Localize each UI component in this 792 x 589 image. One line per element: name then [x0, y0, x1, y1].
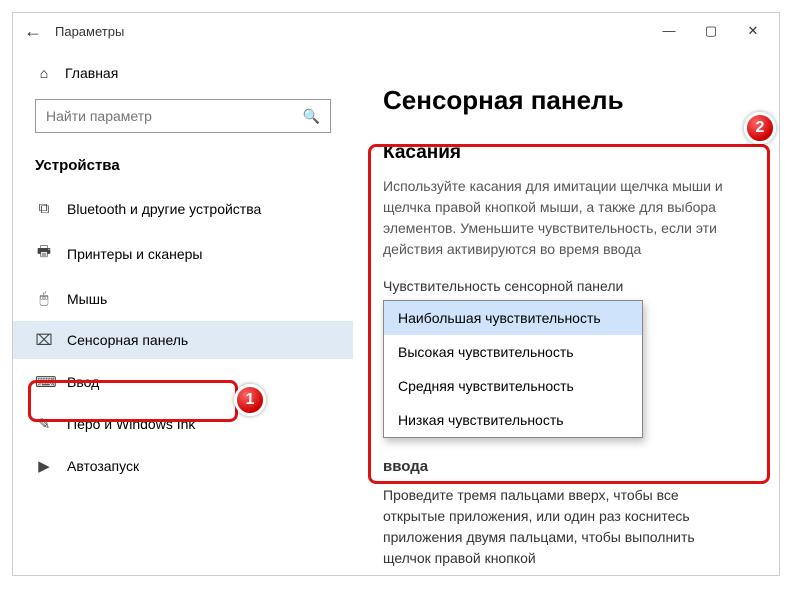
- titlebar: ← Параметры ― ▢ ✕: [13, 13, 779, 49]
- back-button[interactable]: ←: [21, 21, 45, 42]
- section-title: Касания: [383, 142, 749, 164]
- sidebar-item-typing[interactable]: ⌨ Ввод: [13, 363, 353, 401]
- sidebar-home[interactable]: ⌂ Главная: [13, 57, 353, 89]
- dropdown-option[interactable]: Высокая чувствительность: [384, 335, 642, 369]
- page-title: Сенсорная панель: [383, 85, 749, 116]
- sensitivity-dropdown[interactable]: Наибольшая чувствительность Высокая чувс…: [383, 300, 643, 438]
- sidebar-item-bluetooth[interactable]: ⧉ Bluetooth и другие устройства: [13, 190, 353, 227]
- sidebar-group-title: Устройства: [13, 151, 353, 188]
- sidebar-nav: ⧉ Bluetooth и другие устройства 🖶 Принте…: [13, 188, 353, 487]
- sidebar-item-label: Bluetooth и другие устройства: [67, 201, 261, 217]
- content-pane: Сенсорная панель Касания Используйте кас…: [353, 49, 779, 575]
- touchpad-icon: ⌧: [35, 331, 53, 349]
- dropdown-option[interactable]: Средняя чувствительность: [384, 369, 642, 403]
- sidebar-item-label: Мышь: [67, 291, 107, 307]
- sidebar-item-label: Автозапуск: [67, 458, 139, 474]
- dropdown-option[interactable]: Наибольшая чувствительность: [384, 301, 642, 335]
- search-input[interactable]: [36, 108, 293, 124]
- minimize-button[interactable]: ―: [659, 23, 679, 39]
- settings-window: ← Параметры ― ▢ ✕ ⌂ Главная 🔍 Устройства…: [12, 12, 780, 576]
- window-title: Параметры: [55, 24, 124, 39]
- swipe-hint-text: Проведите тремя пальцами вверх, чтобы вс…: [383, 485, 723, 569]
- swipe-hint: ввода Проведите тремя пальцами вверх, чт…: [383, 456, 723, 569]
- pen-icon: ✎: [35, 415, 53, 433]
- window-controls: ― ▢ ✕: [643, 13, 779, 49]
- keyboard-icon: ⌨: [35, 373, 53, 391]
- printer-icon: 🖶: [35, 241, 53, 266]
- close-button[interactable]: ✕: [743, 23, 763, 39]
- sidebar-item-mouse[interactable]: 🖱 Мышь: [13, 280, 353, 317]
- section-description: Используйте касания для имитации щелчка …: [383, 176, 723, 260]
- sidebar-item-printers[interactable]: 🖶 Принтеры и сканеры: [13, 231, 353, 276]
- maximize-button[interactable]: ▢: [701, 23, 721, 39]
- sidebar-item-label: Принтеры и сканеры: [67, 246, 202, 262]
- sidebar: ⌂ Главная 🔍 Устройства ⧉ Bluetooth и дру…: [13, 49, 353, 575]
- sidebar-home-label: Главная: [65, 65, 118, 81]
- swipe-hint-title: ввода: [383, 456, 723, 479]
- sidebar-item-label: Ввод: [67, 374, 99, 390]
- mouse-icon: 🖱: [35, 290, 53, 307]
- sidebar-item-autoplay[interactable]: ▶ Автозапуск: [13, 447, 353, 485]
- dropdown-label: Чувствительность сенсорной панели: [383, 278, 749, 294]
- search-icon: 🔍: [293, 108, 330, 125]
- dropdown-option[interactable]: Низкая чувствительность: [384, 403, 642, 437]
- window-body: ⌂ Главная 🔍 Устройства ⧉ Bluetooth и дру…: [13, 49, 779, 575]
- search-input-container[interactable]: 🔍: [35, 99, 331, 133]
- bluetooth-icon: ⧉: [35, 200, 53, 217]
- sidebar-item-label: Перо и Windows Ink: [67, 416, 195, 432]
- home-icon: ⌂: [35, 65, 53, 81]
- sidebar-item-pen[interactable]: ✎ Перо и Windows Ink: [13, 405, 353, 443]
- sidebar-item-touchpad[interactable]: ⌧ Сенсорная панель: [13, 321, 353, 359]
- sidebar-item-label: Сенсорная панель: [67, 332, 188, 348]
- autoplay-icon: ▶: [35, 457, 53, 475]
